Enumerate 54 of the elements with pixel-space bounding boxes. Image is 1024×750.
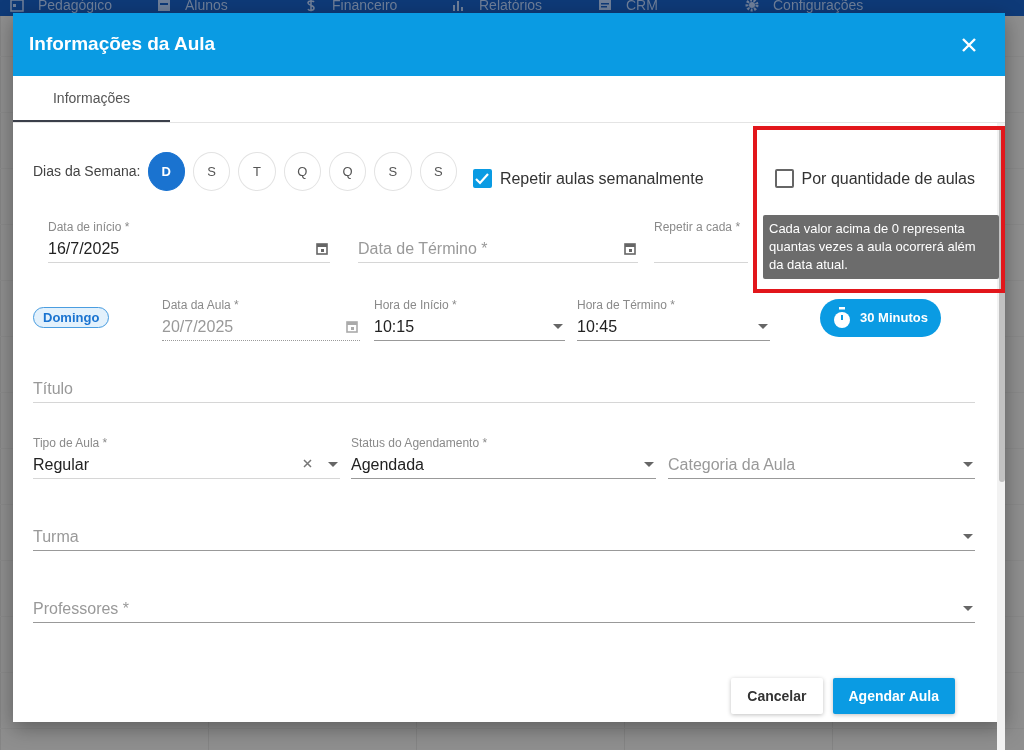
calendar-icon [10,0,24,12]
field-label: Data de início * [48,219,131,235]
time-select[interactable]: 10:45 [577,313,770,341]
group-select[interactable]: Turma [33,523,975,551]
field-label: Data da Aula * [162,297,240,313]
clear-icon[interactable] [303,459,312,468]
date-input[interactable]: 16/7/2025 [48,235,330,263]
type-select[interactable]: Regular [33,451,340,479]
weekdays-label: Dias da Semana: [33,162,142,181]
chart-icon [451,0,465,12]
checkbox[interactable] [472,169,492,188]
scrollbar[interactable] [997,123,1005,750]
day-toggle[interactable]: S [192,152,231,191]
text-input[interactable]: Título [33,375,975,403]
caret-icon [963,606,973,611]
caret-icon [963,534,973,539]
field-label: Tipo de Aula * [33,435,109,451]
calendar-icon [624,242,636,255]
date-input[interactable]: Data de Término * [358,235,638,263]
caret-icon [328,462,338,467]
checkbox[interactable] [774,169,794,188]
caret-icon [758,324,768,329]
day-toggle[interactable]: Q [328,152,367,191]
caret-icon [963,462,973,467]
tab[interactable]: Informações [13,76,170,122]
day-toggle[interactable]: T [238,152,276,191]
time-select[interactable]: 10:15 [374,313,565,341]
day-toggle[interactable]: S [374,152,412,191]
day-toggle[interactable]: D [147,152,185,191]
status-select[interactable]: Agendada [351,451,656,479]
stopwatch-icon [832,307,852,329]
day-toggle[interactable]: S [419,152,457,191]
scrollbar-thumb[interactable] [999,127,1005,482]
field-label: Repetir a cada * [654,219,742,235]
checkbox-label: Por quantidade de aulas [801,168,975,189]
dialog-title: Informações da Aula [29,32,216,57]
teachers-select[interactable]: Professores * [33,595,975,623]
field-label: Hora de Término * [577,297,676,313]
checkbox-label: Repetir aulas semanalmente [499,168,704,189]
close-icon [961,36,977,53]
gear-icon [745,0,759,12]
caret-icon [553,324,563,329]
tooltip: Cada valor acima de 0 representa quantas vezes a aula ocorrerá além da data atual. [763,215,999,279]
cancel-button[interactable]: Cancelar [731,678,823,714]
caret-icon [644,462,654,467]
category-select[interactable]: Categoria da Aula [668,451,975,479]
day-badge: Domingo [33,307,110,328]
checkmark-icon [475,172,490,185]
field-label: Hora de Início * [374,297,458,313]
dollar-icon [304,0,318,12]
calendar-icon [346,320,358,333]
day-toggle[interactable]: Q [283,152,321,191]
calendar-icon [316,242,328,255]
field-label: Status do Agendamento * [351,435,489,451]
